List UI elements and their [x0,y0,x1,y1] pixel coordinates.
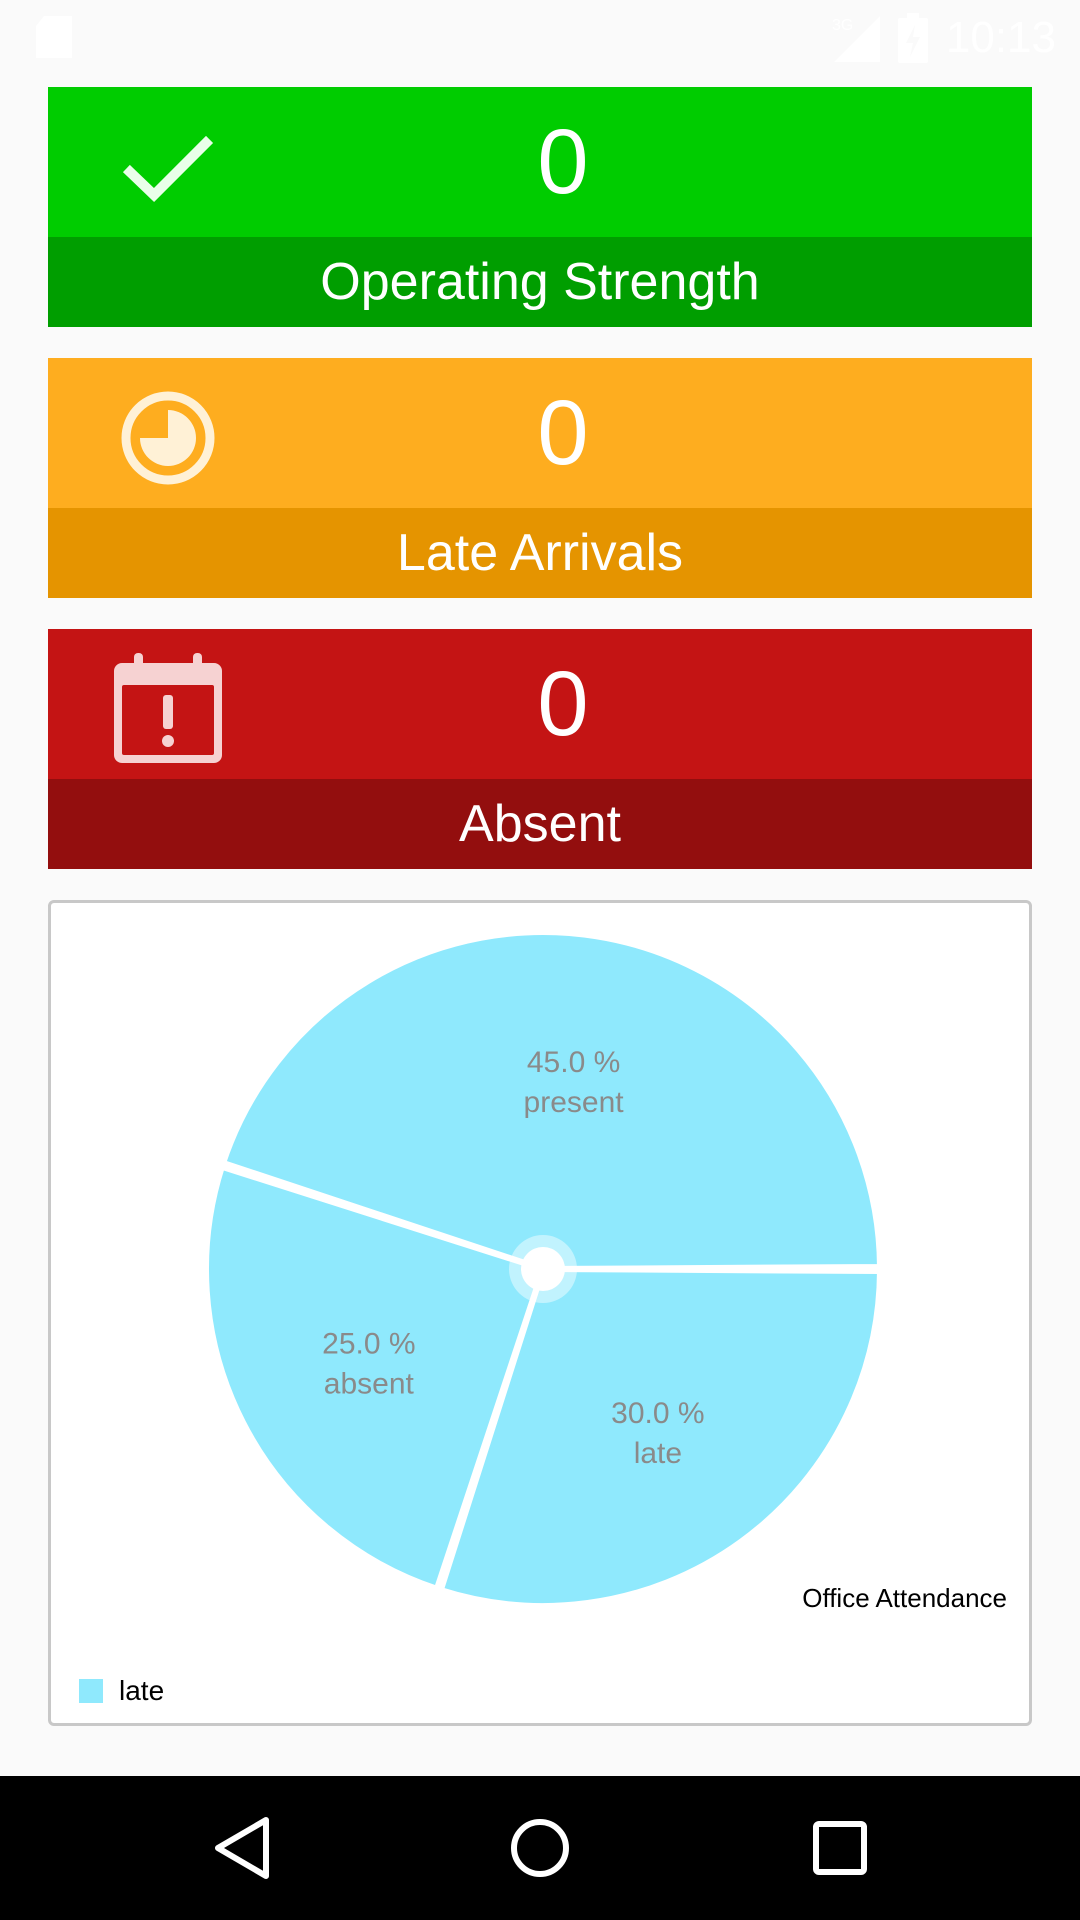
operating-strength-card[interactable]: 0 Operating Strength [48,87,1032,327]
operating-strength-label: Operating Strength [48,237,1032,327]
status-right: 3G 10:13 [830,10,1056,66]
pie-value-label-absent: 25.0 % [322,1328,415,1361]
status-time: 10:13 [945,13,1056,62]
sd-card-icon [36,16,72,58]
late-arrivals-value: 0 [537,381,589,484]
recents-icon[interactable] [804,1812,876,1884]
signal-icon: 3G [832,16,880,62]
operating-strength-value: 0 [537,110,589,213]
chart-description: Office Attendance [802,1583,1007,1613]
pie-name-label-present: present [524,1086,625,1119]
battery-icon [897,13,928,63]
legend-swatch [79,1679,103,1703]
pie-name-label-late: late [634,1437,682,1470]
back-icon[interactable] [206,1812,278,1884]
chart-legend: late [79,1675,164,1707]
pie-value-label-late: 30.0 % [611,1397,704,1430]
absent-card[interactable]: 0 Absent [48,629,1032,869]
home-icon[interactable] [504,1812,576,1884]
clock-icon [121,391,215,485]
checkmark-icon [122,135,214,202]
attendance-chart-panel: 45.0 % present 25.0 % absent 30.0 % late Offi… [48,900,1032,1726]
calendar-alert-icon [114,653,222,763]
card-top: 0 [48,629,1032,779]
legend-label: late [119,1675,165,1706]
pie-center-hole [521,1247,565,1291]
status-bar: 3G 10:13 [0,0,1080,75]
pie-value-label-present: 45.0 % [527,1046,620,1079]
card-top: 0 [48,87,1032,237]
late-arrivals-label: Late Arrivals [48,508,1032,598]
absent-label: Absent [48,779,1032,869]
pie-name-label-absent: absent [324,1368,415,1401]
late-arrivals-card[interactable]: 0 Late Arrivals [48,358,1032,598]
card-top: 0 [48,358,1032,508]
network-type-label: 3G [832,17,853,34]
navigation-bar [0,1776,1080,1920]
absent-value: 0 [537,652,589,755]
